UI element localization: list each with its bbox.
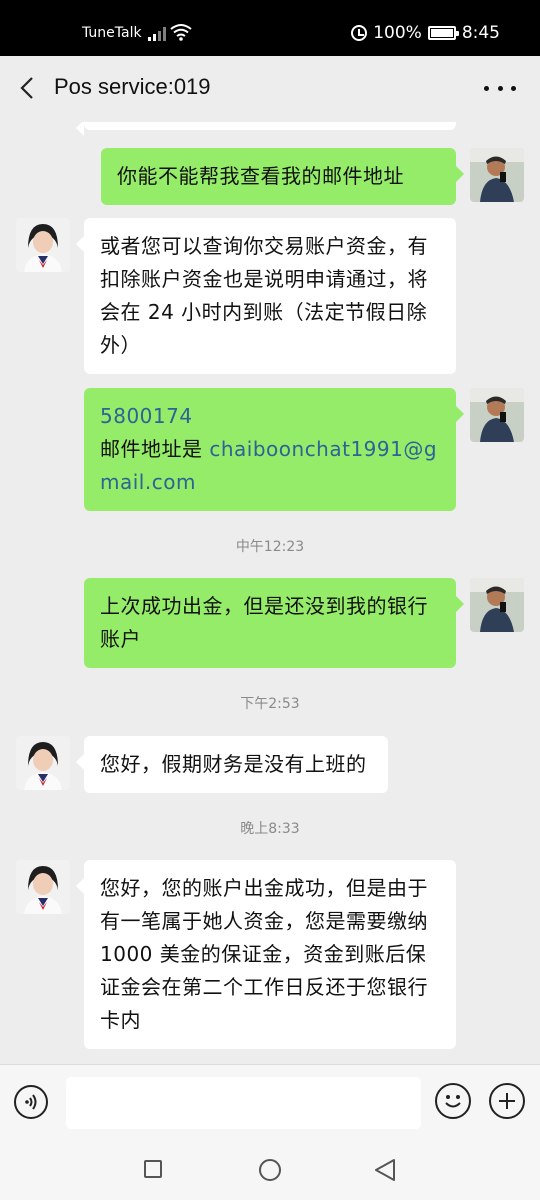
message-text: 你能不能帮我查看我的邮件地址 — [117, 164, 404, 188]
user-avatar[interactable] — [470, 578, 524, 632]
timestamp: 晚上8:33 — [240, 821, 300, 837]
signal-icon — [148, 25, 166, 41]
message-bubble-outgoing[interactable]: 上次成功出金，但是还没到我的银行账户 — [84, 578, 464, 668]
battery-icon — [427, 26, 459, 40]
carrier-name: TuneTalk — [82, 25, 142, 41]
smile-face — [445, 1095, 461, 1108]
wifi-icon — [170, 24, 192, 41]
agent-avatar[interactable] — [16, 860, 70, 914]
avatar-photo — [470, 578, 524, 632]
status-bar: TuneTalk 100% 8:45 — [0, 0, 540, 56]
user-avatar[interactable] — [470, 148, 524, 202]
chevron-left-icon[interactable] — [14, 74, 42, 102]
message-list[interactable]: 你能不能帮我查看我的邮件地址 或者您可以查询你交易账户资金，有扣除账户资金也是说… — [0, 122, 540, 1064]
message-bubble-partial — [76, 122, 456, 136]
message-email-line: 邮件地址是 chaiboonchat1991@gmail.com — [100, 433, 440, 499]
avatar-photo — [16, 736, 70, 790]
emoji-icon[interactable] — [435, 1083, 471, 1119]
voice-waves — [25, 1094, 37, 1110]
message-bubble-incoming[interactable]: 您好，假期财务是没有上班的 — [76, 736, 388, 793]
avatar-photo — [16, 218, 70, 272]
message-text: 或者您可以查询你交易账户资金，有扣除账户资金也是说明申请通过，将会在 24 小时… — [100, 234, 428, 357]
agent-avatar[interactable] — [16, 218, 70, 272]
message-bubble-incoming[interactable]: 您好，您的账户出金成功，但是由于有一笔属于她人资金，您是需要缴纳 1000 美金… — [76, 860, 456, 1049]
home-icon[interactable] — [259, 1159, 281, 1181]
avatar-photo — [16, 860, 70, 914]
message-text: 您好，您的账户出金成功，但是由于有一笔属于她人资金，您是需要缴纳 1000 美金… — [100, 876, 428, 1032]
status-right: 100% 8:45 — [351, 23, 500, 43]
system-navigation — [0, 1140, 540, 1200]
message-text: 上次成功出金，但是还没到我的银行账户 — [100, 594, 428, 651]
agent-avatar[interactable] — [16, 736, 70, 790]
message-input[interactable] — [66, 1077, 421, 1129]
battery-percent: 100% — [373, 23, 422, 43]
chat-title: Pos service:019 — [54, 74, 211, 99]
message-bubble-incoming[interactable]: 或者您可以查询你交易账户资金，有扣除账户资金也是说明申请通过，将会在 24 小时… — [76, 218, 456, 374]
avatar-photo — [470, 388, 524, 442]
timestamp: 下午2:53 — [240, 696, 300, 712]
voice-icon[interactable] — [14, 1085, 48, 1119]
message-text: 邮件地址是 — [100, 437, 210, 461]
plus-icon[interactable] — [489, 1083, 525, 1119]
timestamp: 中午12:23 — [235, 539, 305, 555]
message-bubble-outgoing[interactable]: 5800174 邮件地址是 chaiboonchat1991@gmail.com — [84, 388, 464, 511]
recent-apps-icon[interactable] — [144, 1160, 162, 1178]
back-icon[interactable] — [372, 1157, 398, 1183]
chat-header: Pos service:019 — [0, 56, 540, 122]
message-text: 您好，假期财务是没有上班的 — [100, 752, 367, 776]
message-bubble-outgoing[interactable]: 你能不能帮我查看我的邮件地址 — [101, 148, 464, 205]
user-avatar[interactable] — [470, 388, 524, 442]
more-dots-icon[interactable] — [484, 76, 516, 100]
input-bar — [0, 1064, 540, 1140]
clock: 8:45 — [461, 23, 500, 43]
alarm-icon — [351, 25, 368, 41]
message-number-link[interactable]: 5800174 — [100, 400, 440, 433]
avatar-photo — [470, 148, 524, 202]
